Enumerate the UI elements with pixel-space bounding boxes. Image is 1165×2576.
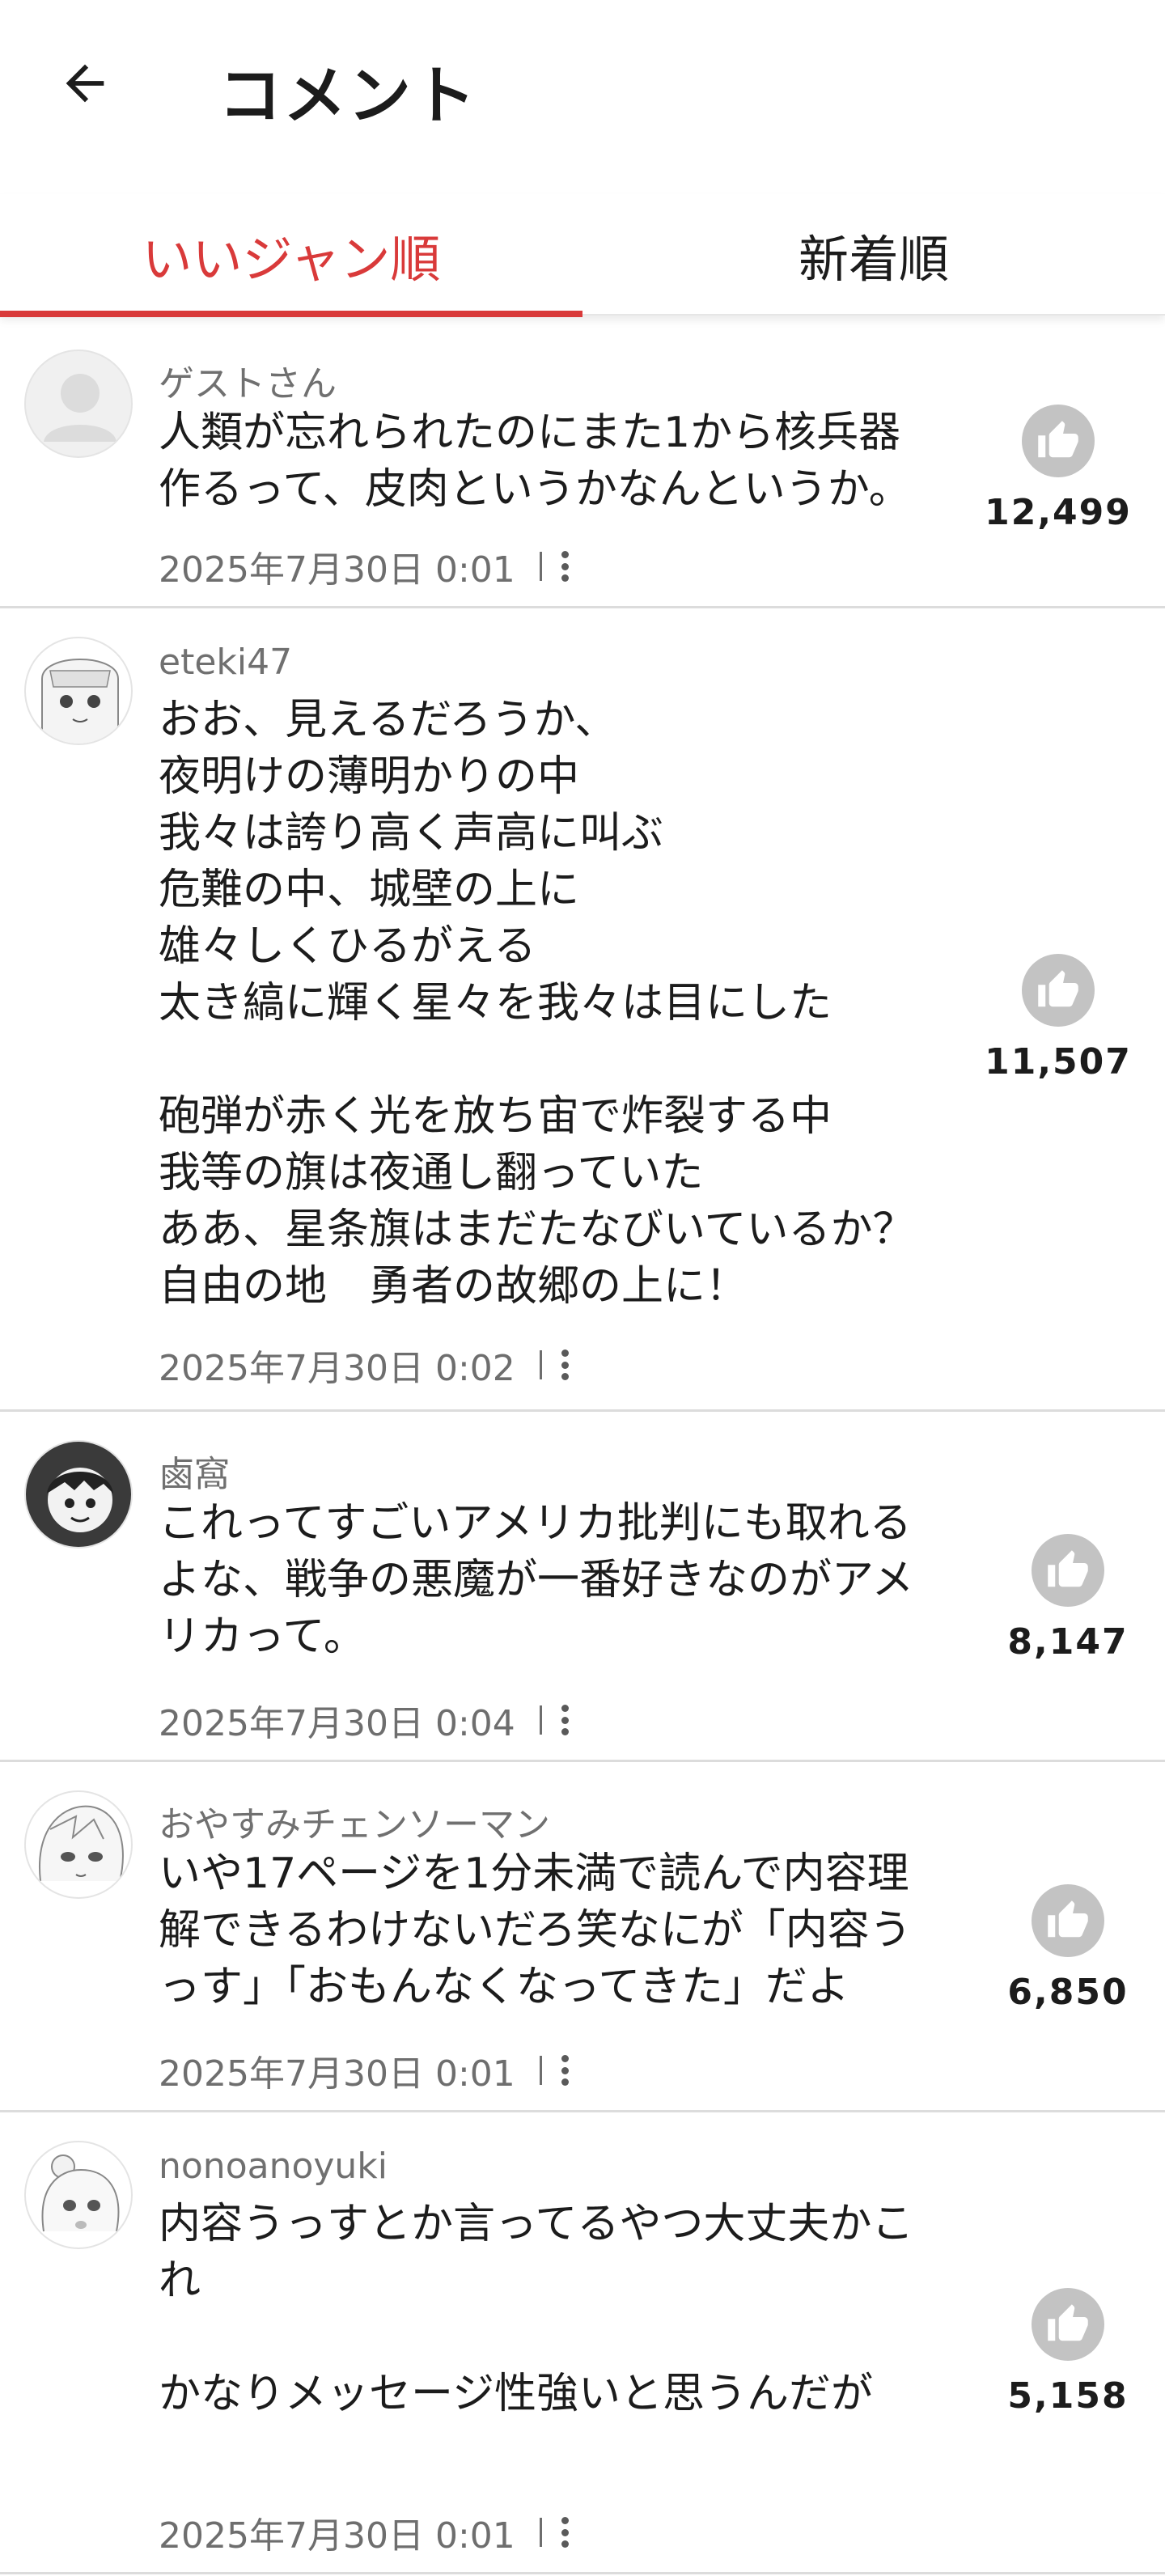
page-title: コメント: [218, 60, 478, 133]
more-vertical-icon[interactable]: [561, 2055, 569, 2086]
comment-meta: 2025年7月30日 0:01: [159, 2044, 569, 2096]
like-count: 11,507: [985, 1041, 1132, 1083]
comment-item: 鹵窩 これってすごいアメリカ批判にも取れる よな、戦争の悪魔が一番好きなのがアメ…: [0, 1414, 1165, 1762]
comment-meta: 2025年7月30日 0:01: [159, 2506, 569, 2558]
comment-date: 2025年7月30日 0:04: [159, 1703, 515, 1744]
like-area: 8,147: [987, 1534, 1149, 1663]
separator: [539, 1705, 542, 1735]
thumbs-up-icon: [1048, 1550, 1088, 1587]
comment-username[interactable]: nonoanoyuki: [159, 2146, 388, 2187]
sort-tabs: いいジャン順 新着順: [0, 194, 1165, 317]
like-button[interactable]: [1032, 1534, 1104, 1607]
comment-text: 内容うっすとか言ってるやつ大丈夫かこ れ かなりメッセージ性強いと思うんだが: [159, 2200, 914, 2418]
comment-date: 2025年7月30日 0:01: [159, 549, 515, 591]
like-button[interactable]: [1022, 954, 1095, 1027]
like-area: 6,850: [987, 1884, 1149, 2013]
thumbs-up-icon: [1048, 1900, 1088, 1938]
avatar-manga-girl[interactable]: [24, 637, 133, 745]
comment-text: これってすごいアメリカ批判にも取れる よな、戦争の悪魔が一番好きなのがアメ リカ…: [159, 1499, 914, 1661]
more-vertical-icon[interactable]: [561, 551, 569, 582]
avatar-illustration-icon: [47, 1468, 113, 1532]
like-area: 12,499: [977, 405, 1139, 533]
more-vertical-icon[interactable]: [561, 1705, 569, 1735]
tab-newest[interactable]: 新着順: [582, 194, 1165, 316]
thumbs-up-icon: [1048, 2304, 1088, 2341]
like-area: 5,158: [987, 2288, 1149, 2417]
thumbs-up-icon: [1038, 970, 1078, 1007]
thumbs-up-icon: [1038, 421, 1078, 458]
comment-item: ゲストさん 人類が忘れられたのにまた1から核兵器 作るって、皮肉というかなんとい…: [0, 324, 1165, 608]
comment-username[interactable]: eteki47: [159, 642, 292, 683]
like-button[interactable]: [1032, 1884, 1104, 1957]
tab-popular[interactable]: いいジャン順: [0, 194, 582, 316]
active-tab-indicator: [0, 311, 582, 317]
avatar-manga-girl[interactable]: [24, 1790, 133, 1899]
avatar-chibi[interactable]: [24, 1440, 133, 1549]
like-count: 8,147: [1007, 1621, 1129, 1663]
comment-item: nonoanoyuki 内容うっすとか言ってるやつ大丈夫かこ れ かなりメッセー…: [0, 2115, 1165, 2574]
comment-meta: 2025年7月30日 0:04: [159, 1694, 569, 1746]
comment-item: おやすみチェンソーマン いや17ページを1分未満で読んで内容理 解できるわけない…: [0, 1765, 1165, 2112]
comment-meta: 2025年7月30日 0:01: [159, 540, 569, 592]
avatar-illustration-icon: [41, 2154, 120, 2232]
comment-item: eteki47 おお、見えるだろうか、 夜明けの薄明かりの中 我々は誇り高く声高…: [0, 611, 1165, 1412]
comment-text: おお、見えるだろうか、 夜明けの薄明かりの中 我々は誇り高く声高に叫ぶ 危難の中…: [159, 696, 915, 1311]
comment-date: 2025年7月30日 0:01: [159, 2053, 515, 2095]
like-area: 11,507: [977, 954, 1139, 1083]
comment-date: 2025年7月30日 0:02: [159, 1348, 515, 1389]
like-count: 5,158: [1007, 2375, 1129, 2417]
separator: [539, 552, 542, 581]
comment-username[interactable]: 鹵窩: [159, 1445, 230, 1497]
like-button[interactable]: [1022, 405, 1095, 477]
like-button[interactable]: [1032, 2288, 1104, 2361]
separator: [539, 2518, 542, 2547]
like-count: 12,499: [985, 492, 1132, 533]
avatar-illustration-icon: [41, 659, 119, 744]
avatar-default[interactable]: [24, 350, 133, 458]
like-count: 6,850: [1007, 1972, 1129, 2013]
comment-username[interactable]: ゲストさん: [159, 354, 337, 406]
comment-username[interactable]: おやすみチェンソーマン: [159, 1795, 550, 1847]
avatar-illustration-icon: [38, 1805, 124, 1882]
separator: [539, 2056, 542, 2085]
back-button[interactable]: [49, 47, 121, 120]
app-header: コメント: [0, 0, 1165, 170]
arrow-left-icon: [66, 64, 104, 103]
more-vertical-icon[interactable]: [561, 2517, 569, 2548]
comment-meta: 2025年7月30日 0:02: [159, 1339, 569, 1391]
separator: [539, 1350, 542, 1379]
default-user-icon: [44, 374, 116, 442]
comment-text: 人類が忘れられたのにまた1から核兵器 作るって、皮肉というかなんというか。: [159, 409, 911, 514]
comment-text: いや17ページを1分未満で読んで内容理 解できるわけないだろ笑なにが「内容う っ…: [159, 1849, 912, 2011]
avatar-manga-girl[interactable]: [24, 2141, 133, 2249]
more-vertical-icon[interactable]: [561, 1349, 569, 1380]
comment-date: 2025年7月30日 0:01: [159, 2515, 515, 2557]
